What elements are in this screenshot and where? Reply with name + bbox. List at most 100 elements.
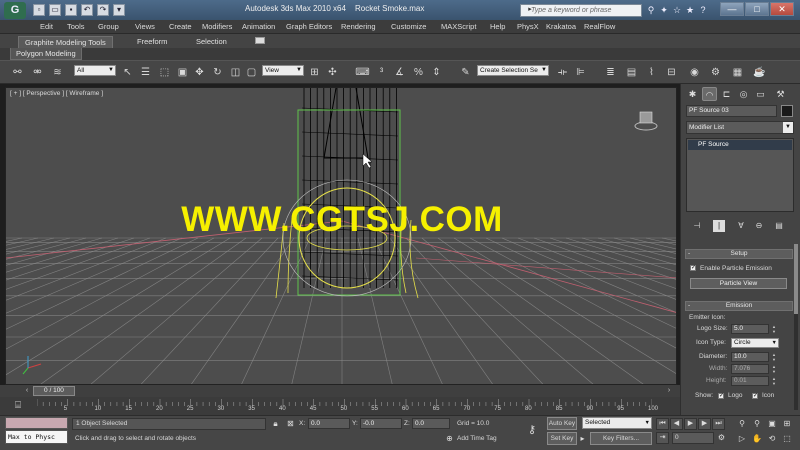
menu-group[interactable]: Group bbox=[98, 22, 119, 31]
tab-selection[interactable]: Selection bbox=[190, 36, 233, 48]
menu-maxscript[interactable]: MAXScript bbox=[441, 22, 476, 31]
save-file-icon[interactable]: ▪ bbox=[65, 4, 77, 16]
hierarchy-tab-icon[interactable]: ⊏ bbox=[719, 87, 734, 101]
material-editor-icon[interactable]: ◉ bbox=[687, 65, 702, 80]
key-filters-button[interactable]: Key Filters... bbox=[590, 432, 652, 445]
bind-space-warp-icon[interactable]: ≋ bbox=[50, 65, 65, 80]
help-icon[interactable]: ? bbox=[697, 4, 709, 16]
stack-item-pf-source[interactable]: PF Source bbox=[688, 140, 792, 150]
show-logo-checkbox[interactable]: ✓ bbox=[718, 393, 724, 399]
field-of-view-icon[interactable]: ▷ bbox=[736, 433, 748, 445]
menu-graph-editors[interactable]: Graph Editors bbox=[286, 22, 332, 31]
menu-physx[interactable]: PhysX bbox=[517, 22, 539, 31]
favorites-icon[interactable]: ★ bbox=[684, 4, 696, 16]
zoom-extents-all-icon[interactable]: ⊞ bbox=[781, 418, 793, 430]
go-to-start-icon[interactable]: ⏮ bbox=[656, 418, 669, 430]
width-spinner-icon[interactable]: ▲ ▼ bbox=[771, 364, 777, 374]
pivot-center-icon[interactable]: ⊞ bbox=[307, 65, 322, 80]
setup-rollout-header[interactable]: - Setup bbox=[685, 249, 793, 259]
show-end-result-icon[interactable]: | bbox=[713, 220, 725, 232]
icon-type-dropdown[interactable]: Circle ▼ bbox=[731, 338, 779, 348]
previous-frame-icon[interactable]: ‹ bbox=[22, 386, 32, 396]
search-input[interactable]: Type a keyword or phrase bbox=[520, 4, 642, 17]
logo-size-spinner-icon[interactable]: ▲ ▼ bbox=[771, 324, 777, 334]
select-and-scale-icon[interactable]: ◫ bbox=[228, 65, 243, 80]
modify-tab-icon[interactable]: ◠ bbox=[702, 87, 717, 101]
enable-emission-checkbox[interactable]: ✓ bbox=[690, 265, 696, 271]
z-coordinate-field[interactable]: 0.0 bbox=[412, 418, 450, 429]
keyboard-shortcut-icon[interactable]: ⌨ bbox=[355, 65, 370, 80]
menu-help[interactable]: Help bbox=[490, 22, 505, 31]
ribbon-minimize-toggle[interactable] bbox=[255, 37, 265, 44]
scrollbar-thumb[interactable] bbox=[794, 244, 798, 314]
remove-modifier-icon[interactable]: ⊖ bbox=[753, 220, 765, 232]
scale-icon[interactable]: ▢ bbox=[244, 65, 259, 80]
menu-edit[interactable]: Edit bbox=[40, 22, 53, 31]
schematic-view-icon[interactable]: ⊟ bbox=[664, 65, 679, 80]
new-file-icon[interactable]: ▫ bbox=[33, 4, 45, 16]
command-panel-scrollbar[interactable] bbox=[794, 244, 798, 410]
menu-views[interactable]: Views bbox=[135, 22, 155, 31]
minimize-button[interactable]: — bbox=[720, 2, 744, 16]
curve-editor-icon[interactable]: ⌇ bbox=[644, 65, 659, 80]
rendered-frame-window-icon[interactable]: ▦ bbox=[730, 65, 745, 80]
angle-snap-icon[interactable]: ∡ bbox=[392, 65, 407, 80]
key-mode-dropdown[interactable]: Selected ▼ bbox=[582, 417, 652, 429]
menu-realflow[interactable]: RealFlow bbox=[584, 22, 615, 31]
select-and-move-icon[interactable]: ✥ bbox=[192, 65, 207, 80]
communication-center-icon[interactable]: ☆ bbox=[671, 4, 683, 16]
spinner-snap-icon[interactable]: ⇕ bbox=[429, 65, 444, 80]
object-color-swatch[interactable] bbox=[781, 105, 793, 117]
zoom-all-icon[interactable]: ⚲ bbox=[751, 418, 763, 430]
y-coordinate-field[interactable]: -0.0 bbox=[360, 418, 402, 429]
menu-krakatoa[interactable]: Krakatoa bbox=[546, 22, 576, 31]
lock-icon[interactable]: 🔒︎ bbox=[270, 418, 281, 429]
graphite-toggle-icon[interactable]: ▤ bbox=[624, 65, 639, 80]
layer-manager-icon[interactable]: ≣ bbox=[603, 65, 618, 80]
rectangular-selection-icon[interactable]: ⬚ bbox=[157, 65, 172, 80]
binoculars-icon[interactable]: ⚲ bbox=[645, 4, 657, 16]
menu-animation[interactable]: Animation bbox=[242, 22, 275, 31]
maxscript-listener-mini[interactable] bbox=[5, 417, 68, 429]
absolute-mode-icon[interactable]: ⊠ bbox=[285, 418, 296, 429]
select-by-name-icon[interactable]: ☰ bbox=[138, 65, 153, 80]
select-object-icon[interactable]: ↖ bbox=[120, 65, 135, 80]
selection-filter-dropdown[interactable]: All ▼ bbox=[74, 65, 116, 76]
close-button[interactable]: ✕ bbox=[770, 2, 794, 16]
percent-snap-icon[interactable]: % bbox=[411, 65, 426, 80]
tab-graphite-modeling-tools[interactable]: Graphite Modeling Tools bbox=[18, 36, 113, 48]
maxscript-field[interactable]: Max to Physc bbox=[5, 430, 68, 444]
subscription-icon[interactable]: ✦ bbox=[658, 4, 670, 16]
tab-freeform[interactable]: Freeform bbox=[131, 36, 173, 48]
maximize-viewport-icon[interactable]: ⬚ bbox=[781, 433, 793, 445]
menu-create[interactable]: Create bbox=[169, 22, 192, 31]
render-production-icon[interactable]: ☕ bbox=[752, 65, 767, 80]
redo-icon[interactable]: ↷ bbox=[97, 4, 109, 16]
play-icon[interactable]: ▶ bbox=[684, 418, 697, 430]
reference-coordinate-dropdown[interactable]: View ▼ bbox=[262, 65, 304, 76]
particle-view-button[interactable]: Particle View bbox=[690, 278, 787, 289]
window-crossing-icon[interactable]: ▣ bbox=[175, 65, 190, 80]
track-bar[interactable]: ⌸ 5 10 15 20 25 30 35 40 45 50 55 60 65 70 75 80 85 90 95 1… bbox=[0, 397, 680, 415]
menu-customize[interactable]: Customize bbox=[391, 22, 426, 31]
go-to-end-icon[interactable]: ⏭ bbox=[712, 418, 725, 430]
key-filter-icon[interactable]: ▸ bbox=[577, 433, 588, 444]
x-coordinate-field[interactable]: 0.0 bbox=[308, 418, 350, 429]
named-selection-dropdown[interactable]: Create Selection Se ▼ bbox=[477, 65, 549, 76]
menu-tools[interactable]: Tools bbox=[67, 22, 85, 31]
menu-rendering[interactable]: Rendering bbox=[341, 22, 376, 31]
key-mode-toggle-icon[interactable]: ⇥ bbox=[656, 432, 669, 444]
zoom-icon[interactable]: ⚲ bbox=[736, 418, 748, 430]
next-key-icon[interactable]: ▶ bbox=[698, 418, 711, 430]
open-file-icon[interactable]: ▭ bbox=[49, 4, 61, 16]
utilities-tab-icon[interactable]: ⚒ bbox=[773, 87, 788, 101]
project-folder-icon[interactable]: ▾ bbox=[113, 4, 125, 16]
viewport-label[interactable]: [ + ] [ Perspective ] [ Wireframe ] bbox=[10, 90, 103, 97]
select-and-rotate-icon[interactable]: ↻ bbox=[210, 65, 225, 80]
select-manipulate-icon[interactable]: ✣ bbox=[325, 65, 340, 80]
show-icon-checkbox[interactable]: ✓ bbox=[752, 393, 758, 399]
undo-icon[interactable]: ↶ bbox=[81, 4, 93, 16]
key-icon[interactable]: ⚷ bbox=[522, 422, 542, 438]
object-name-field[interactable]: PF Source 03 bbox=[686, 105, 777, 117]
zoom-extents-icon[interactable]: ▣ bbox=[766, 418, 778, 430]
